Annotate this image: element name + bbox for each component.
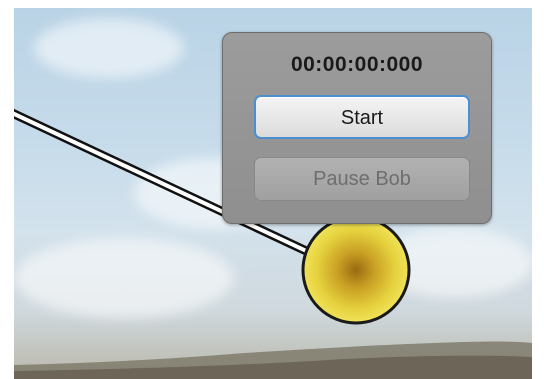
pause-bob-button[interactable]: Pause Bob [254,157,470,201]
app-frame: 00:00:00:000 Start Pause Bob [0,0,544,379]
start-button[interactable]: Start [254,95,470,139]
control-panel: 00:00:00:000 Start Pause Bob [222,32,492,224]
timer-display: 00:00:00:000 [290,53,424,76]
pendulum-bob[interactable] [301,215,411,325]
